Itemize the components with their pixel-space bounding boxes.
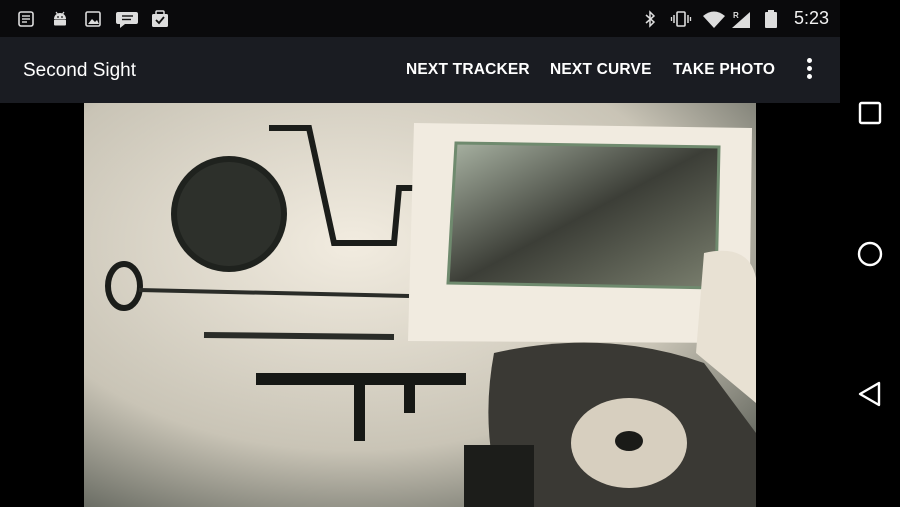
clock-time: 5:23 xyxy=(793,8,829,28)
bluetooth-icon xyxy=(645,10,656,28)
camera-preview-image xyxy=(84,103,756,507)
camera-preview[interactable] xyxy=(84,103,756,507)
svg-text:R: R xyxy=(733,11,739,20)
android-debug-icon xyxy=(54,11,66,26)
status-bar: R 5:23 xyxy=(0,0,840,37)
notes-notification-icon xyxy=(18,11,34,27)
navigation-bar xyxy=(840,0,900,507)
wifi-icon xyxy=(703,11,725,28)
back-triangle-icon[interactable] xyxy=(852,376,888,412)
task-done-notification-icon xyxy=(152,10,168,27)
more-vert-icon[interactable] xyxy=(798,54,822,84)
battery-icon xyxy=(765,10,777,28)
chat-notification-icon xyxy=(116,12,138,28)
take-photo-button[interactable]: TAKE PHOTO xyxy=(673,61,775,79)
next-tracker-button[interactable]: NEXT TRACKER xyxy=(406,61,530,79)
roaming-signal-icon: R xyxy=(732,11,750,28)
next-curve-button[interactable]: NEXT CURVE xyxy=(550,61,652,79)
vibrate-icon xyxy=(670,11,692,27)
recents-square-icon[interactable] xyxy=(852,95,888,131)
app-title: Second Sight xyxy=(23,60,137,81)
app-bar: Second Sight NEXT TRACKER NEXT CURVE TAK… xyxy=(0,37,840,103)
home-circle-icon[interactable] xyxy=(852,236,888,272)
gallery-notification-icon xyxy=(85,11,101,27)
